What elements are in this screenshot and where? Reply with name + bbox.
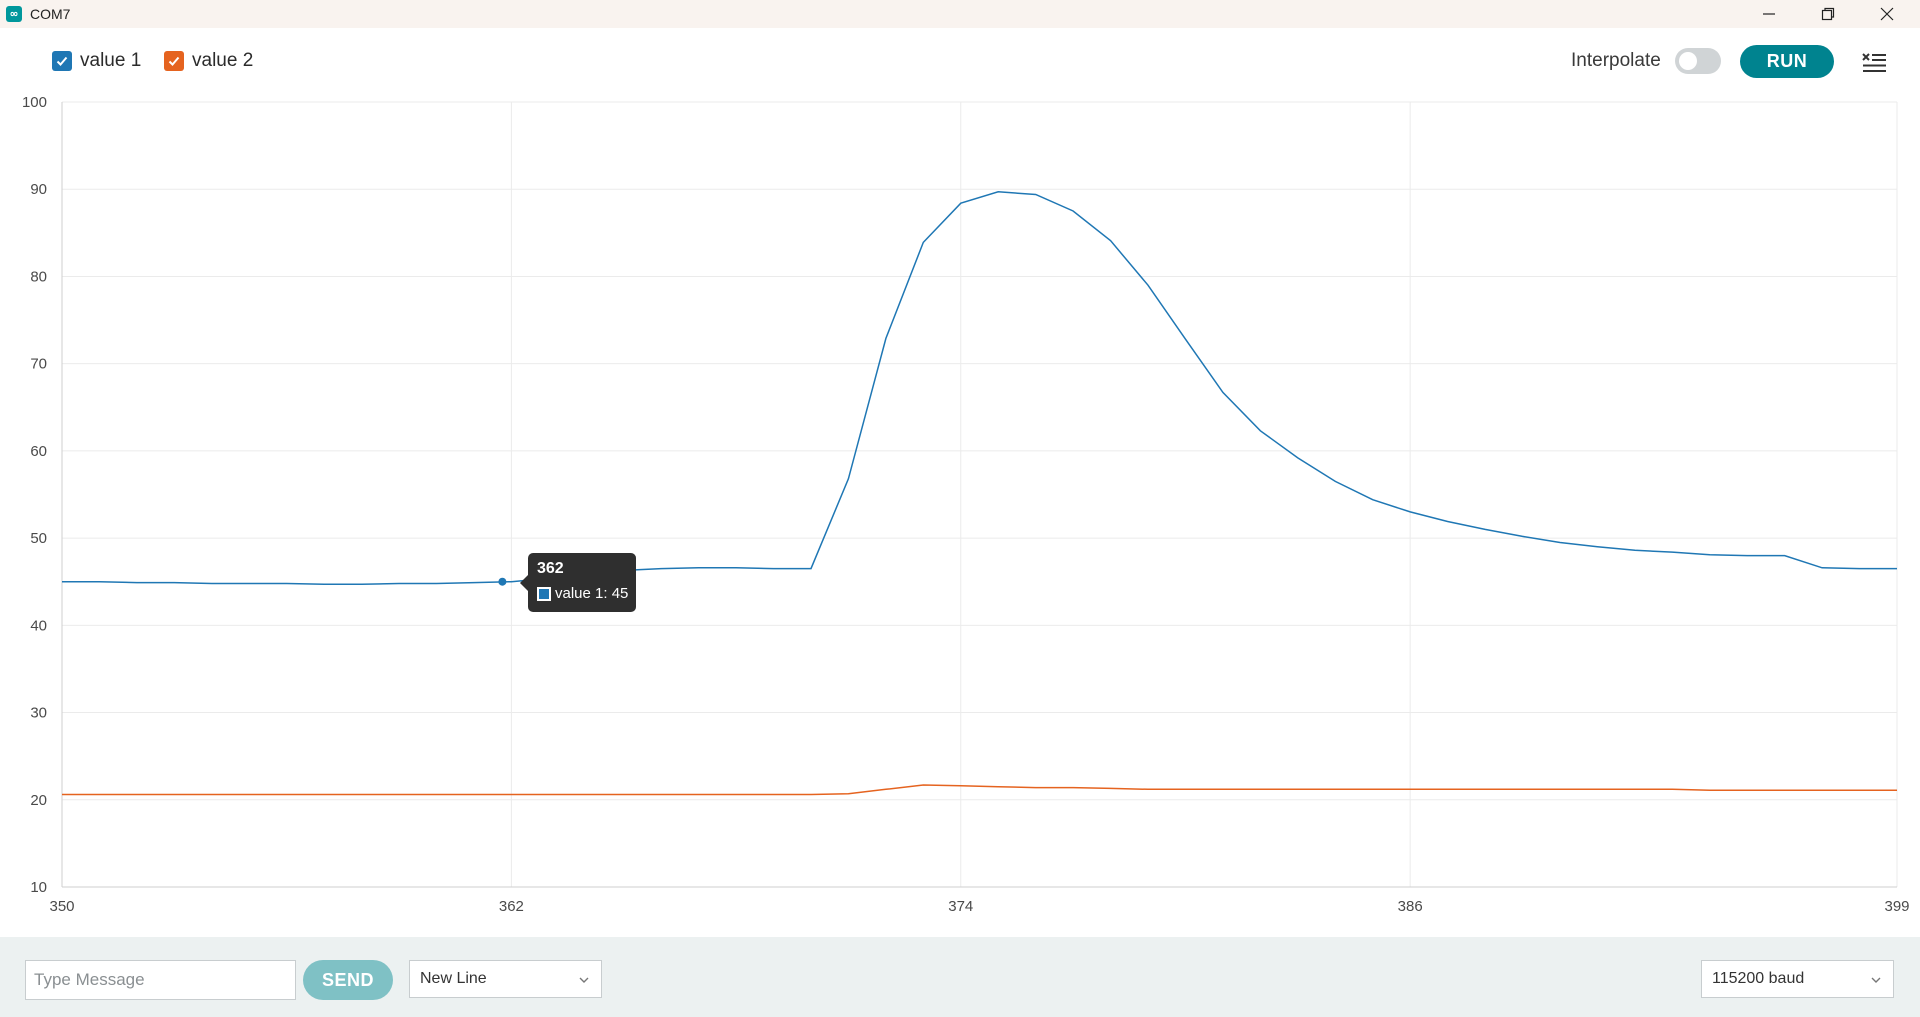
clear-list-icon — [1862, 53, 1886, 72]
y-tick-label: 100 — [22, 94, 47, 111]
interpolate-label: Interpolate — [1571, 50, 1661, 71]
y-tick-label: 40 — [30, 617, 47, 634]
hover-tooltip: 362 value 1: 45 — [520, 553, 636, 612]
restore-button[interactable] — [1799, 0, 1857, 28]
serial-plot-chart[interactable]: 100 90 80 70 60 50 40 30 20 10 350 362 374 386 399 — [0, 94, 1920, 937]
hover-marker — [498, 577, 507, 586]
y-tick-label: 70 — [30, 356, 47, 373]
x-axis-ticks: 350 362 374 386 399 — [49, 898, 1909, 915]
line-ending-value: New Line — [420, 970, 487, 987]
y-tick-label: 20 — [30, 792, 47, 809]
y-tick-label: 60 — [30, 443, 47, 460]
line-ending-select[interactable]: New Line — [409, 960, 602, 998]
y-tick-label: 90 — [30, 181, 47, 198]
x-tick-label: 399 — [1884, 898, 1909, 915]
y-tick-label: 50 — [30, 530, 47, 547]
minimize-icon — [1763, 13, 1775, 15]
x-tick-label: 374 — [948, 898, 973, 915]
chevron-down-icon — [579, 977, 589, 983]
message-input[interactable] — [25, 960, 296, 1000]
series-toggle-value-2[interactable]: value 2 — [164, 50, 253, 72]
send-button[interactable]: SEND — [303, 960, 393, 1000]
toggle-knob — [1679, 52, 1697, 70]
close-icon — [1880, 7, 1894, 21]
y-axis-ticks: 100 90 80 70 60 50 40 30 20 10 — [22, 94, 47, 896]
y-tick-label: 10 — [30, 879, 47, 896]
chart-grid — [61, 101, 1898, 888]
tooltip-x-value: 362 — [537, 560, 564, 577]
chevron-down-icon — [1871, 977, 1881, 983]
tooltip-series-row: value 1: 45 — [537, 585, 628, 602]
restore-icon — [1821, 7, 1835, 21]
series-label: value 2 — [192, 50, 254, 71]
window-title: COM7 — [30, 6, 71, 22]
arduino-icon — [6, 6, 22, 22]
checkbox-checked-icon[interactable] — [164, 51, 184, 71]
title-bar: COM7 — [0, 0, 1920, 28]
close-button[interactable] — [1858, 0, 1916, 28]
x-tick-label: 362 — [499, 898, 524, 915]
interpolate-toggle[interactable] — [1675, 48, 1721, 74]
hover-point — [498, 577, 507, 586]
x-tick-label: 350 — [49, 898, 74, 915]
series-line-2[interactable] — [62, 784, 1897, 796]
series-toggle-value-1[interactable]: value 1 — [52, 50, 141, 72]
series-line-1[interactable] — [62, 191, 1897, 586]
y-tick-label: 80 — [30, 268, 47, 285]
series-lines — [62, 191, 1897, 796]
serial-input-bar: SEND New Line 115200 baud — [0, 937, 1920, 1017]
x-tick-label: 386 — [1398, 898, 1423, 915]
plotter-toolbar: value 1 value 2 Interpolate RUN — [0, 28, 1920, 94]
clear-button[interactable] — [1860, 48, 1888, 76]
series-swatch-icon — [537, 586, 551, 601]
run-button[interactable]: RUN — [1740, 45, 1834, 78]
tooltip-series-label: value 1: 45 — [555, 585, 629, 602]
baud-rate-value: 115200 baud — [1712, 970, 1805, 987]
checkbox-checked-icon[interactable] — [52, 51, 72, 71]
series-label: value 1 — [80, 50, 142, 71]
minimize-button[interactable] — [1740, 0, 1798, 28]
y-tick-label: 30 — [30, 705, 47, 722]
baud-rate-select[interactable]: 115200 baud — [1701, 960, 1894, 998]
